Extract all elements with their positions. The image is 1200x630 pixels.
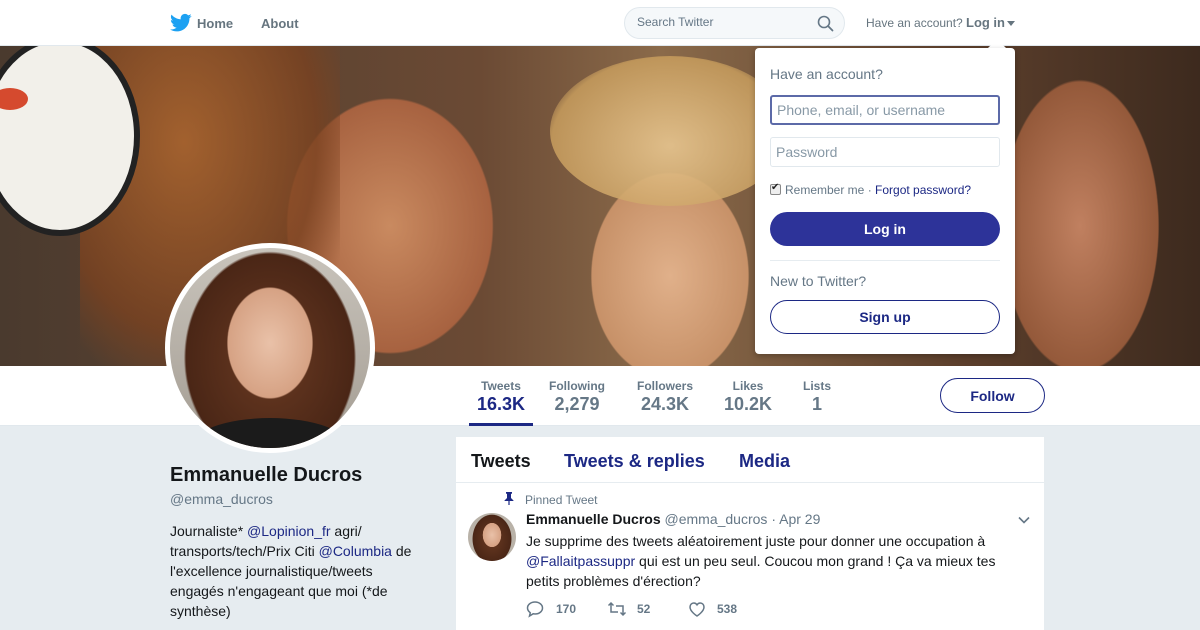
heart-icon [689, 602, 705, 617]
search-box [624, 7, 845, 39]
tweet-actions: 170 52 538 [526, 599, 826, 619]
top-nav: Home About Have an account? Log in [0, 0, 1200, 46]
remember-row: Remember me · Forgot password? [770, 182, 971, 197]
tweet-author-handle[interactable]: @emma_ducros [665, 511, 768, 527]
banner-mask-nose [0, 88, 28, 110]
tweet-mention-link[interactable]: @Fallaitpassuppr [526, 553, 635, 569]
tweet-text-part: Je supprime des tweets aléatoirement jus… [526, 533, 986, 549]
remember-me-checkbox[interactable] [770, 182, 781, 195]
search-icon[interactable] [817, 15, 834, 32]
tab-tweets[interactable]: Tweets [471, 451, 531, 472]
avatar[interactable] [165, 243, 375, 453]
dropdown-title: Have an account? [770, 66, 883, 82]
stat-value: 1 [811, 394, 822, 414]
reply-count: 170 [556, 602, 577, 616]
login-dropdown-toggle[interactable]: Log in [966, 15, 1015, 30]
timeline-tabs: Tweets Tweets & replies Media [456, 437, 1044, 483]
caret-down-icon [1007, 21, 1015, 27]
like-count: 538 [717, 602, 738, 616]
avatar-photo [170, 248, 370, 448]
retweet-icon [607, 601, 627, 617]
stat-label: Following [549, 379, 605, 393]
stat-value: 2,279 [554, 394, 600, 414]
profile-handle[interactable]: @emma_ducros [170, 491, 273, 507]
stat-label: Tweets [481, 379, 521, 393]
bio-text: Journaliste* [170, 523, 248, 539]
stat-tweets[interactable]: Tweets 16.3K [469, 366, 533, 426]
tab-media[interactable]: Media [739, 451, 790, 472]
stat-likes[interactable]: Likes 10.2K [722, 366, 774, 426]
stat-value: 16.3K [476, 394, 526, 414]
login-dropdown: Have an account? Remember me · Forgot pa… [755, 48, 1015, 354]
stat-followers[interactable]: Followers 24.3K [634, 366, 696, 426]
stat-label: Followers [636, 379, 693, 393]
bio-link-lopinion[interactable]: @Lopinion_fr [247, 523, 331, 539]
have-account-text: Have an account? [866, 16, 963, 30]
chevron-down-icon[interactable] [1018, 516, 1030, 524]
tweet-text: Je supprime des tweets aléatoirement jus… [526, 531, 1016, 591]
nav-home-link[interactable]: Home [197, 16, 233, 31]
tweet-avatar[interactable] [468, 513, 516, 561]
twitter-bird-icon[interactable] [170, 13, 192, 33]
stat-label: Lists [802, 379, 831, 393]
profile-bio: Journaliste* @Lopinion_fr agri/ transpor… [170, 521, 430, 621]
stat-value: 10.2K [723, 394, 773, 414]
nav-about-link[interactable]: About [261, 16, 299, 31]
login-button[interactable]: Log in [770, 212, 1000, 246]
pinned-tweet[interactable]: Pinned Tweet Emmanuelle Ducros @emma_duc… [456, 483, 1044, 630]
remember-me-label[interactable]: Remember me [785, 183, 864, 197]
username-field[interactable] [770, 95, 1000, 125]
follow-button[interactable]: Follow [940, 378, 1045, 413]
stat-lists[interactable]: Lists 1 [800, 366, 834, 426]
profile-name[interactable]: Emmanuelle Ducros [170, 464, 362, 487]
pinned-label: Pinned Tweet [525, 493, 598, 507]
reply-icon [526, 601, 544, 618]
dropdown-divider [770, 260, 1000, 261]
tab-tweets-replies[interactable]: Tweets & replies [564, 451, 705, 472]
password-field[interactable] [770, 137, 1000, 167]
stat-following[interactable]: Following 2,279 [546, 366, 608, 426]
avatar-photo-shirt [190, 418, 350, 448]
retweet-count: 52 [637, 602, 651, 616]
login-link-label: Log in [966, 15, 1005, 30]
stat-value: 24.3K [640, 394, 690, 414]
banner-photo-region-kid [550, 56, 790, 206]
remember-separator: · [864, 183, 876, 197]
signup-button[interactable]: Sign up [770, 300, 1000, 334]
search-input[interactable] [637, 15, 807, 29]
timeline: Tweets Tweets & replies Media Pinned Twe… [456, 437, 1044, 630]
tweet-header: Emmanuelle Ducros @emma_ducros · Apr 29 [526, 511, 820, 527]
bio-link-columbia[interactable]: @Columbia [319, 543, 392, 559]
tweet-date[interactable]: Apr 29 [779, 511, 820, 527]
pin-icon [504, 492, 514, 505]
new-to-twitter-text: New to Twitter? [770, 273, 867, 289]
tweet-separator: · [771, 511, 776, 527]
stat-label: Likes [732, 379, 764, 393]
tweet-author-name[interactable]: Emmanuelle Ducros [526, 511, 661, 527]
forgot-password-link[interactable]: Forgot password? [875, 183, 971, 197]
